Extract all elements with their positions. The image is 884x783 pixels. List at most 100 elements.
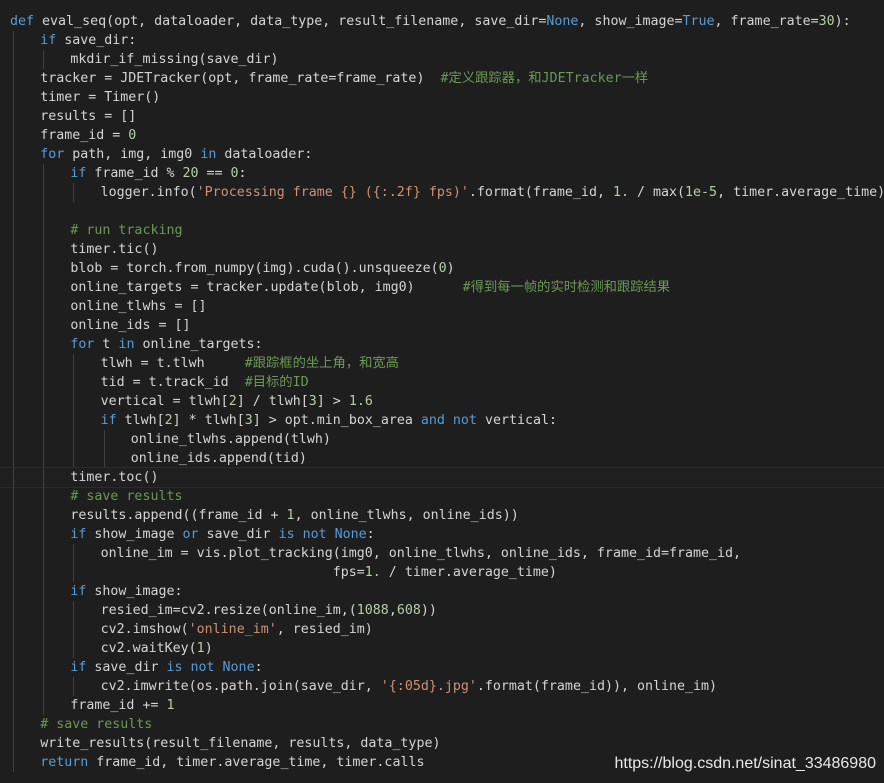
indent-guide bbox=[43, 506, 45, 525]
code-line[interactable]: results = [] bbox=[0, 107, 884, 126]
code-token: , show_image= bbox=[578, 14, 683, 29]
code-text: cv2.imshow('online_im', resied_im) bbox=[101, 620, 373, 639]
code-line[interactable]: online_im = vis.plot_tracking(img0, onli… bbox=[0, 544, 884, 563]
code-text: online_tlwhs = [] bbox=[70, 297, 206, 316]
code-text: # save results bbox=[70, 487, 182, 506]
indent-guide bbox=[13, 88, 14, 107]
indent-guide bbox=[13, 563, 14, 582]
code-line[interactable]: online_tlwhs.append(tlwh) bbox=[0, 430, 884, 449]
code-line[interactable]: blob = torch.from_numpy(img).cuda().unsq… bbox=[0, 259, 884, 278]
code-line[interactable]: cv2.waitKey(1) bbox=[0, 639, 884, 658]
code-line[interactable]: if save_dir is not None: bbox=[0, 658, 884, 677]
code-line[interactable]: # save results bbox=[0, 487, 884, 506]
code-token: show_image bbox=[86, 527, 183, 542]
code-line[interactable]: results.append((frame_id + 1, online_tlw… bbox=[0, 506, 884, 525]
code-line[interactable]: cv2.imshow('online_im', resied_im) bbox=[0, 620, 884, 639]
indent-guide bbox=[43, 487, 45, 506]
code-line[interactable]: if save_dir: bbox=[0, 31, 884, 50]
code-editor[interactable]: def eval_seq(opt, dataloader, data_type,… bbox=[0, 0, 884, 783]
code-text: if show_image or save_dir is not None: bbox=[70, 525, 374, 544]
code-line[interactable]: # run tracking bbox=[0, 221, 884, 240]
code-line[interactable]: # save results bbox=[0, 715, 884, 734]
code-token: not bbox=[302, 527, 327, 542]
indent-guide bbox=[13, 525, 14, 544]
code-token: 0 bbox=[438, 261, 447, 276]
code-line[interactable]: tid = t.track_id #目标的ID bbox=[0, 373, 884, 392]
indent-guide bbox=[43, 240, 45, 259]
code-token: , resied_im) bbox=[276, 622, 373, 637]
code-token: show_image: bbox=[86, 584, 183, 599]
indent-guide bbox=[73, 392, 75, 411]
code-token: #目标的ID bbox=[244, 375, 309, 390]
code-line[interactable]: online_ids = [] bbox=[0, 316, 884, 335]
code-text: frame_id += 1 bbox=[70, 696, 174, 715]
code-token: ) bbox=[446, 261, 455, 276]
code-line[interactable]: for t in online_targets: bbox=[0, 335, 884, 354]
code-line[interactable]: if frame_id % 20 == 0: bbox=[0, 164, 884, 183]
code-line[interactable] bbox=[0, 202, 884, 221]
code-token: 2 bbox=[228, 394, 237, 409]
code-token: # save results bbox=[40, 717, 153, 732]
code-token: and bbox=[420, 413, 445, 428]
code-line[interactable]: for path, img, img0 in dataloader: bbox=[0, 145, 884, 164]
code-text: cv2.imwrite(os.path.join(save_dir, '{:05… bbox=[101, 677, 717, 696]
code-line[interactable]: tlwh = t.tlwh #跟踪框的坐上角，和宽高 bbox=[0, 354, 884, 373]
indent-guide bbox=[43, 202, 45, 221]
indent-guide bbox=[13, 677, 14, 696]
code-line[interactable]: frame_id = 0 bbox=[0, 126, 884, 145]
indent-guide bbox=[43, 544, 45, 563]
code-line[interactable]: if show_image or save_dir is not None: bbox=[0, 525, 884, 544]
code-line[interactable]: write_results(result_filename, results, … bbox=[0, 734, 884, 753]
code-token: == bbox=[198, 166, 231, 181]
code-text: vertical = tlwh[2] / tlwh[3] > 1.6 bbox=[101, 392, 373, 411]
indent-guide bbox=[43, 392, 45, 411]
code-line[interactable]: resied_im=cv2.resize(online_im,(1088,608… bbox=[0, 601, 884, 620]
code-line[interactable]: if show_image: bbox=[0, 582, 884, 601]
code-token: frame_id += bbox=[70, 698, 167, 713]
code-line[interactable]: cv2.imwrite(os.path.join(save_dir, '{:05… bbox=[0, 677, 884, 696]
code-text: tracker = JDETracker(opt, frame_rate=fra… bbox=[40, 69, 648, 88]
code-token: ] > opt.min_box_area bbox=[252, 413, 421, 428]
indent-guide bbox=[13, 715, 14, 734]
code-line[interactable]: vertical = tlwh[2] / tlwh[3] > 1.6 bbox=[0, 392, 884, 411]
indent-guide bbox=[43, 639, 45, 658]
code-token: t bbox=[94, 337, 119, 352]
code-token: ] * tlwh[ bbox=[172, 413, 245, 428]
indent-guide bbox=[13, 50, 14, 69]
code-token: if bbox=[40, 33, 57, 48]
indent-guide bbox=[73, 639, 75, 658]
code-line[interactable]: online_targets = tracker.update(blob, im… bbox=[0, 278, 884, 297]
indent-guide bbox=[13, 392, 14, 411]
code-token: 'Processing frame {} ({:.2f} fps)' bbox=[196, 185, 469, 200]
code-line[interactable]: logger.info('Processing frame {} ({:.2f}… bbox=[0, 183, 884, 202]
code-token: frame_id % bbox=[86, 166, 183, 181]
indent-guide bbox=[43, 354, 45, 373]
code-line[interactable]: timer = Timer() bbox=[0, 88, 884, 107]
code-line[interactable]: fps=1. / timer.average_time) bbox=[0, 563, 884, 582]
indent-guide bbox=[13, 354, 14, 373]
code-line[interactable]: timer.tic() bbox=[0, 240, 884, 259]
code-token: #得到每一帧的实时检测和跟踪结果 bbox=[462, 280, 671, 295]
code-token: is bbox=[278, 527, 295, 542]
code-token: cv2.imwrite(os.path.join(save_dir, bbox=[100, 679, 381, 694]
code-line[interactable]: online_tlwhs = [] bbox=[0, 297, 884, 316]
indent-guide bbox=[13, 601, 14, 620]
code-line[interactable]: if tlwh[2] * tlwh[3] > opt.min_box_area … bbox=[0, 411, 884, 430]
code-line[interactable]: def eval_seq(opt, dataloader, data_type,… bbox=[0, 12, 884, 31]
code-token: timer.tic() bbox=[70, 242, 159, 257]
code-line[interactable]: mkdir_if_missing(save_dir) bbox=[0, 50, 884, 69]
code-line[interactable]: timer.toc() bbox=[0, 467, 884, 488]
code-token: frame_id = bbox=[40, 128, 129, 143]
code-token: / timer.average_time) bbox=[380, 565, 557, 580]
code-text: if save_dir is not None: bbox=[70, 658, 262, 677]
code-token: not bbox=[452, 413, 477, 428]
code-token: : bbox=[238, 166, 247, 181]
code-line[interactable]: online_ids.append(tid) bbox=[0, 449, 884, 468]
code-line[interactable]: frame_id += 1 bbox=[0, 696, 884, 715]
code-text: if show_image: bbox=[70, 582, 182, 601]
code-token: return bbox=[40, 755, 89, 770]
indent-guide bbox=[103, 430, 105, 449]
code-line[interactable]: tracker = JDETracker(opt, frame_rate=fra… bbox=[0, 69, 884, 88]
indent-guide bbox=[13, 126, 14, 145]
